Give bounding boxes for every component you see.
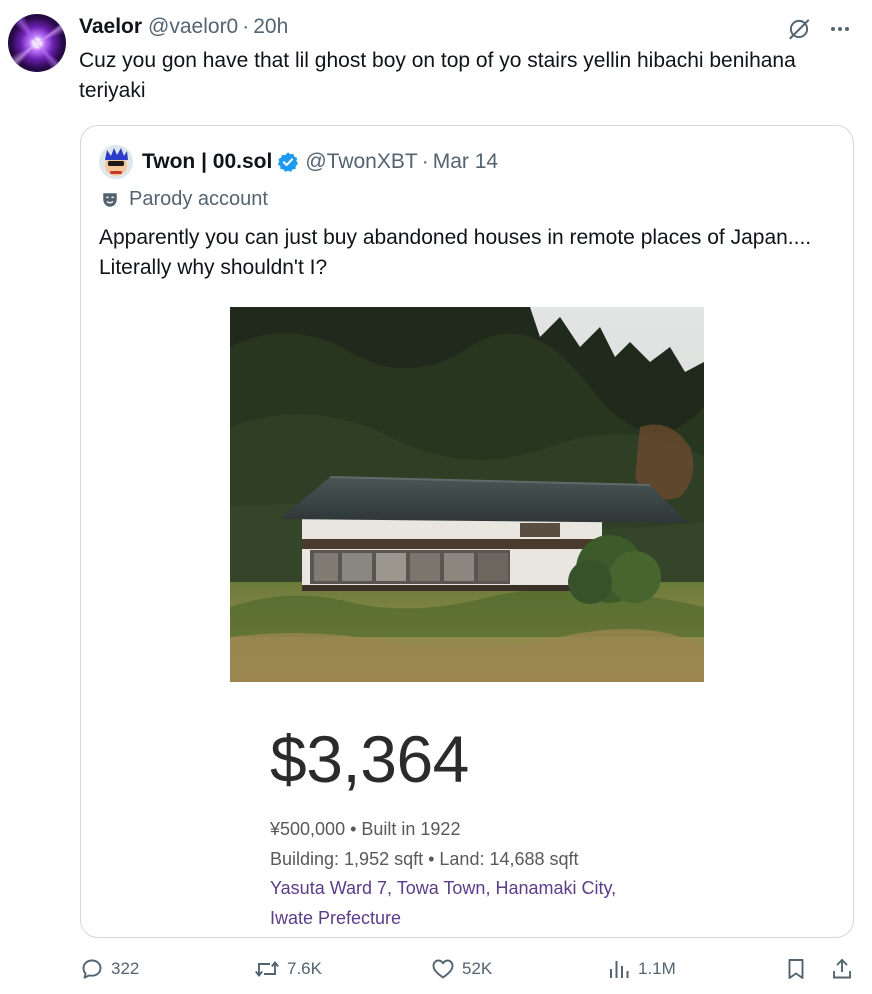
reply-count: 322 [111,959,140,978]
bookmark-icon [788,959,804,979]
parody-label-text: Parody account [129,188,268,210]
reply-button[interactable]: 322 [80,957,139,981]
parody-label: Parody account [101,188,268,211]
separator-dot: · [421,150,429,173]
quoted-post-date[interactable]: Mar 14 [433,150,498,174]
listing-address-line2: Iwate Prefecture [270,908,402,928]
listing-address-line1: Yasuta Ward 7, Towa Town, Hanamaki City, [270,878,617,898]
quoted-author-name[interactable]: Twon | 00.sol [142,150,272,174]
share-button[interactable] [830,957,854,981]
repost-count: 7.6K [287,959,322,978]
post-text: Cuz you gon have that lil ghost boy on t… [79,49,796,102]
listing-yen-built: ¥500,000 • Built in 1922 [270,819,461,839]
quoted-post-text: Apparently you can just buy abandoned ho… [99,226,812,279]
grok-icon[interactable] [786,16,812,42]
repost-button[interactable]: 7.6K [254,957,322,981]
listing-size: Building: 1,952 sqft • Land: 14,688 sqft [270,849,579,869]
author-handle[interactable]: @vaelor0 [148,15,238,39]
share-icon [833,958,851,979]
views-button[interactable]: 1.1M [607,957,676,981]
more-icon[interactable] [828,17,852,41]
post-time[interactable]: 20h [253,15,288,39]
post-header: Vaelor @vaelor0 · 20h [79,14,288,40]
heart-icon [432,959,454,979]
verified-badge-icon [277,152,299,172]
quoted-author-handle[interactable]: @TwonXBT [305,150,417,174]
like-button[interactable]: 52K [431,957,492,981]
quoted-post[interactable]: Twon | 00.sol @TwonXBT · Mar 14 Parody a… [80,125,854,938]
post-top-icons [786,16,852,42]
views-icon [610,961,629,978]
quoted-post-header: Twon | 00.sol @TwonXBT · Mar 14 [142,148,498,176]
theater-mask-icon [103,192,117,207]
bookmark-button[interactable] [784,957,808,981]
quoted-author-avatar[interactable] [99,145,133,179]
house-photo[interactable] [230,307,704,682]
action-bar: 322 7.6K 52K 1.1M [0,957,872,987]
reply-icon [82,959,102,979]
like-count: 52K [462,959,493,978]
author-avatar[interactable] [8,14,66,72]
separator-dot: · [242,15,250,38]
author-name[interactable]: Vaelor [79,15,142,39]
repost-icon [255,960,279,978]
views-count: 1.1M [638,959,676,978]
listing-price: $3,364 [270,722,469,796]
